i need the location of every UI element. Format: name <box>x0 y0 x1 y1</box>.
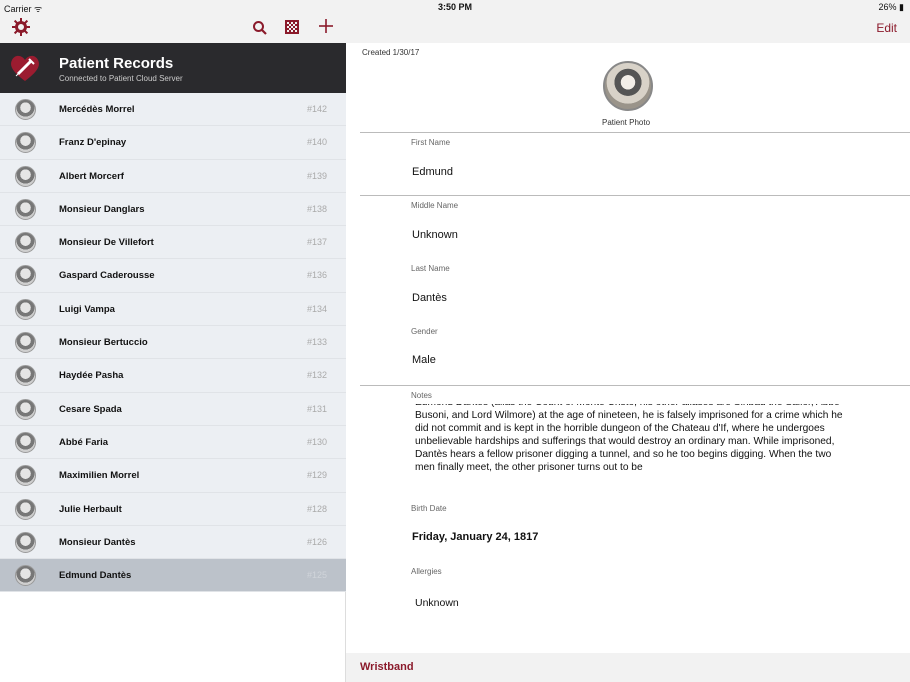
allergies-field[interactable]: Unknown <box>415 597 459 609</box>
patient-id: #126 <box>306 536 327 547</box>
list-item[interactable]: Abbé Faria #130 <box>0 425 346 460</box>
birth-date-label: Birth Date <box>411 504 447 513</box>
patient-id: #136 <box>306 270 327 281</box>
clock: 3:50 PM <box>437 2 472 12</box>
patient-id: #129 <box>306 470 327 481</box>
avatar <box>15 565 36 587</box>
avatar <box>15 165 36 187</box>
last-name-label: Last Name <box>411 264 450 273</box>
list-item[interactable]: Monsieur Danglars #138 <box>0 192 346 227</box>
avatar <box>15 365 36 387</box>
list-item[interactable]: Mercédès Morrel #142 <box>0 93 346 127</box>
last-name-field[interactable]: Dantès <box>412 292 447 304</box>
patient-list: Mercédès Morrel #142 Franz D'epinay #140 A… <box>0 93 346 593</box>
patient-name: Mercédès Morrel <box>59 104 135 115</box>
gender-field[interactable]: Male <box>412 354 436 366</box>
status-bar: Carrier ᯤ 3:50 PM 26% ▮ <box>0 0 910 14</box>
created-date: Created 1/30/17 <box>362 48 420 57</box>
avatar <box>15 99 36 120</box>
patient-id: #140 <box>306 137 327 148</box>
middle-name-field[interactable]: Unknown <box>412 229 458 241</box>
avatar <box>15 531 36 553</box>
patient-list-pane: Patient Records Connected to Patient Clo… <box>0 0 346 682</box>
avatar <box>15 398 36 420</box>
divider <box>360 195 910 196</box>
list-item[interactable]: Albert Morcerf #139 <box>0 159 346 193</box>
patient-name: Monsieur Dantès <box>59 536 136 548</box>
notes-textarea[interactable]: Edmond Dantès (alias the Count of Monte … <box>415 404 847 484</box>
avatar <box>15 232 36 254</box>
app-root: Carrier ᯤ 3:50 PM 26% ▮ Patient Records <box>0 0 910 682</box>
patient-name: Luigi Vampa <box>59 303 115 315</box>
patient-id: #139 <box>306 170 327 181</box>
avatar <box>15 465 36 487</box>
patient-name: Edmund Dantès <box>59 570 132 582</box>
patient-id: #132 <box>306 370 327 381</box>
list-item[interactable]: Julie Herbault #128 <box>0 492 346 526</box>
patient-name: Monsieur Bertuccio <box>59 337 148 349</box>
list-item[interactable]: Haydée Pasha #132 <box>0 359 346 393</box>
avatar <box>15 332 36 354</box>
first-name-field[interactable]: Edmund <box>412 166 453 178</box>
patient-id: #128 <box>306 503 327 514</box>
birth-date-field[interactable]: Friday, January 24, 1817 <box>412 531 538 543</box>
avatar <box>15 132 36 154</box>
list-item[interactable]: Monsieur De Villefort #137 <box>0 226 346 260</box>
gender-label: Gender <box>411 327 438 336</box>
avatar <box>15 198 36 220</box>
avatar <box>15 298 36 320</box>
notes-text: Edmond Dantès (alias the Count of Monte … <box>415 404 843 473</box>
patient-photo[interactable] <box>603 61 653 111</box>
patient-id: #125 <box>306 570 327 581</box>
patient-name: Maximilien Morrel <box>59 470 140 482</box>
battery-indicator: 26% ▮ <box>878 2 904 12</box>
divider <box>360 132 910 133</box>
qr-code-icon[interactable] <box>285 20 299 34</box>
patient-id: #130 <box>306 436 327 447</box>
list-item[interactable]: Franz D'epinay #140 <box>0 126 346 160</box>
patient-name: Albert Morcerf <box>59 170 124 182</box>
avatar <box>15 498 36 520</box>
patient-detail-pane: Edit Created 1/30/17 Patient Photo First… <box>346 0 910 682</box>
gear-icon[interactable] <box>12 18 30 36</box>
avatar <box>15 265 36 287</box>
heart-syringe-logo-icon <box>9 52 41 84</box>
connection-status: Connected to Patient Cloud Server <box>59 74 183 83</box>
list-item[interactable]: Cesare Spada #131 <box>0 392 346 426</box>
patient-id: #133 <box>306 337 327 348</box>
photo-label: Patient Photo <box>602 118 651 127</box>
edit-button[interactable]: Edit <box>876 21 897 35</box>
patient-id: #131 <box>306 403 327 414</box>
divider <box>360 385 910 386</box>
patient-name: Abbé Faria <box>59 436 109 448</box>
list-item[interactable]: Monsieur Dantès #126 <box>0 525 346 560</box>
bottom-toolbar: Wristband <box>346 653 910 682</box>
list-item[interactable]: Gaspard Caderousse #136 <box>0 259 346 293</box>
avatar <box>15 431 36 453</box>
middle-name-label: Middle Name <box>411 201 459 210</box>
notes-label: Notes <box>411 391 432 400</box>
list-item[interactable]: Maximilien Morrel #129 <box>0 459 346 493</box>
search-icon[interactable] <box>252 20 268 36</box>
patient-name: Monsieur Danglars <box>59 203 145 215</box>
list-item[interactable]: Luigi Vampa #134 <box>0 292 346 327</box>
patient-name: Cesare Spada <box>59 403 122 415</box>
records-header: Patient Records Connected to Patient Clo… <box>0 43 346 93</box>
first-name-label: First Name <box>411 138 451 147</box>
patient-name: Monsieur De Villefort <box>59 237 154 249</box>
list-item-selected[interactable]: Edmund Dantès #125 <box>0 559 346 593</box>
page-title: Patient Records <box>59 55 174 72</box>
patient-name: Gaspard Caderousse <box>59 270 155 282</box>
patient-id: #137 <box>306 237 327 248</box>
patient-name: Franz D'epinay <box>59 137 127 149</box>
patient-name: Julie Herbault <box>59 503 122 515</box>
patient-id: #134 <box>306 303 327 314</box>
list-item[interactable]: Monsieur Bertuccio #133 <box>0 326 346 360</box>
allergies-label: Allergies <box>411 567 442 576</box>
wristband-button[interactable]: Wristband <box>360 661 414 673</box>
patient-id: #142 <box>306 104 327 114</box>
patient-id: #138 <box>306 203 327 214</box>
patient-name: Haydée Pasha <box>59 370 124 382</box>
add-patient-icon[interactable] <box>317 17 335 35</box>
